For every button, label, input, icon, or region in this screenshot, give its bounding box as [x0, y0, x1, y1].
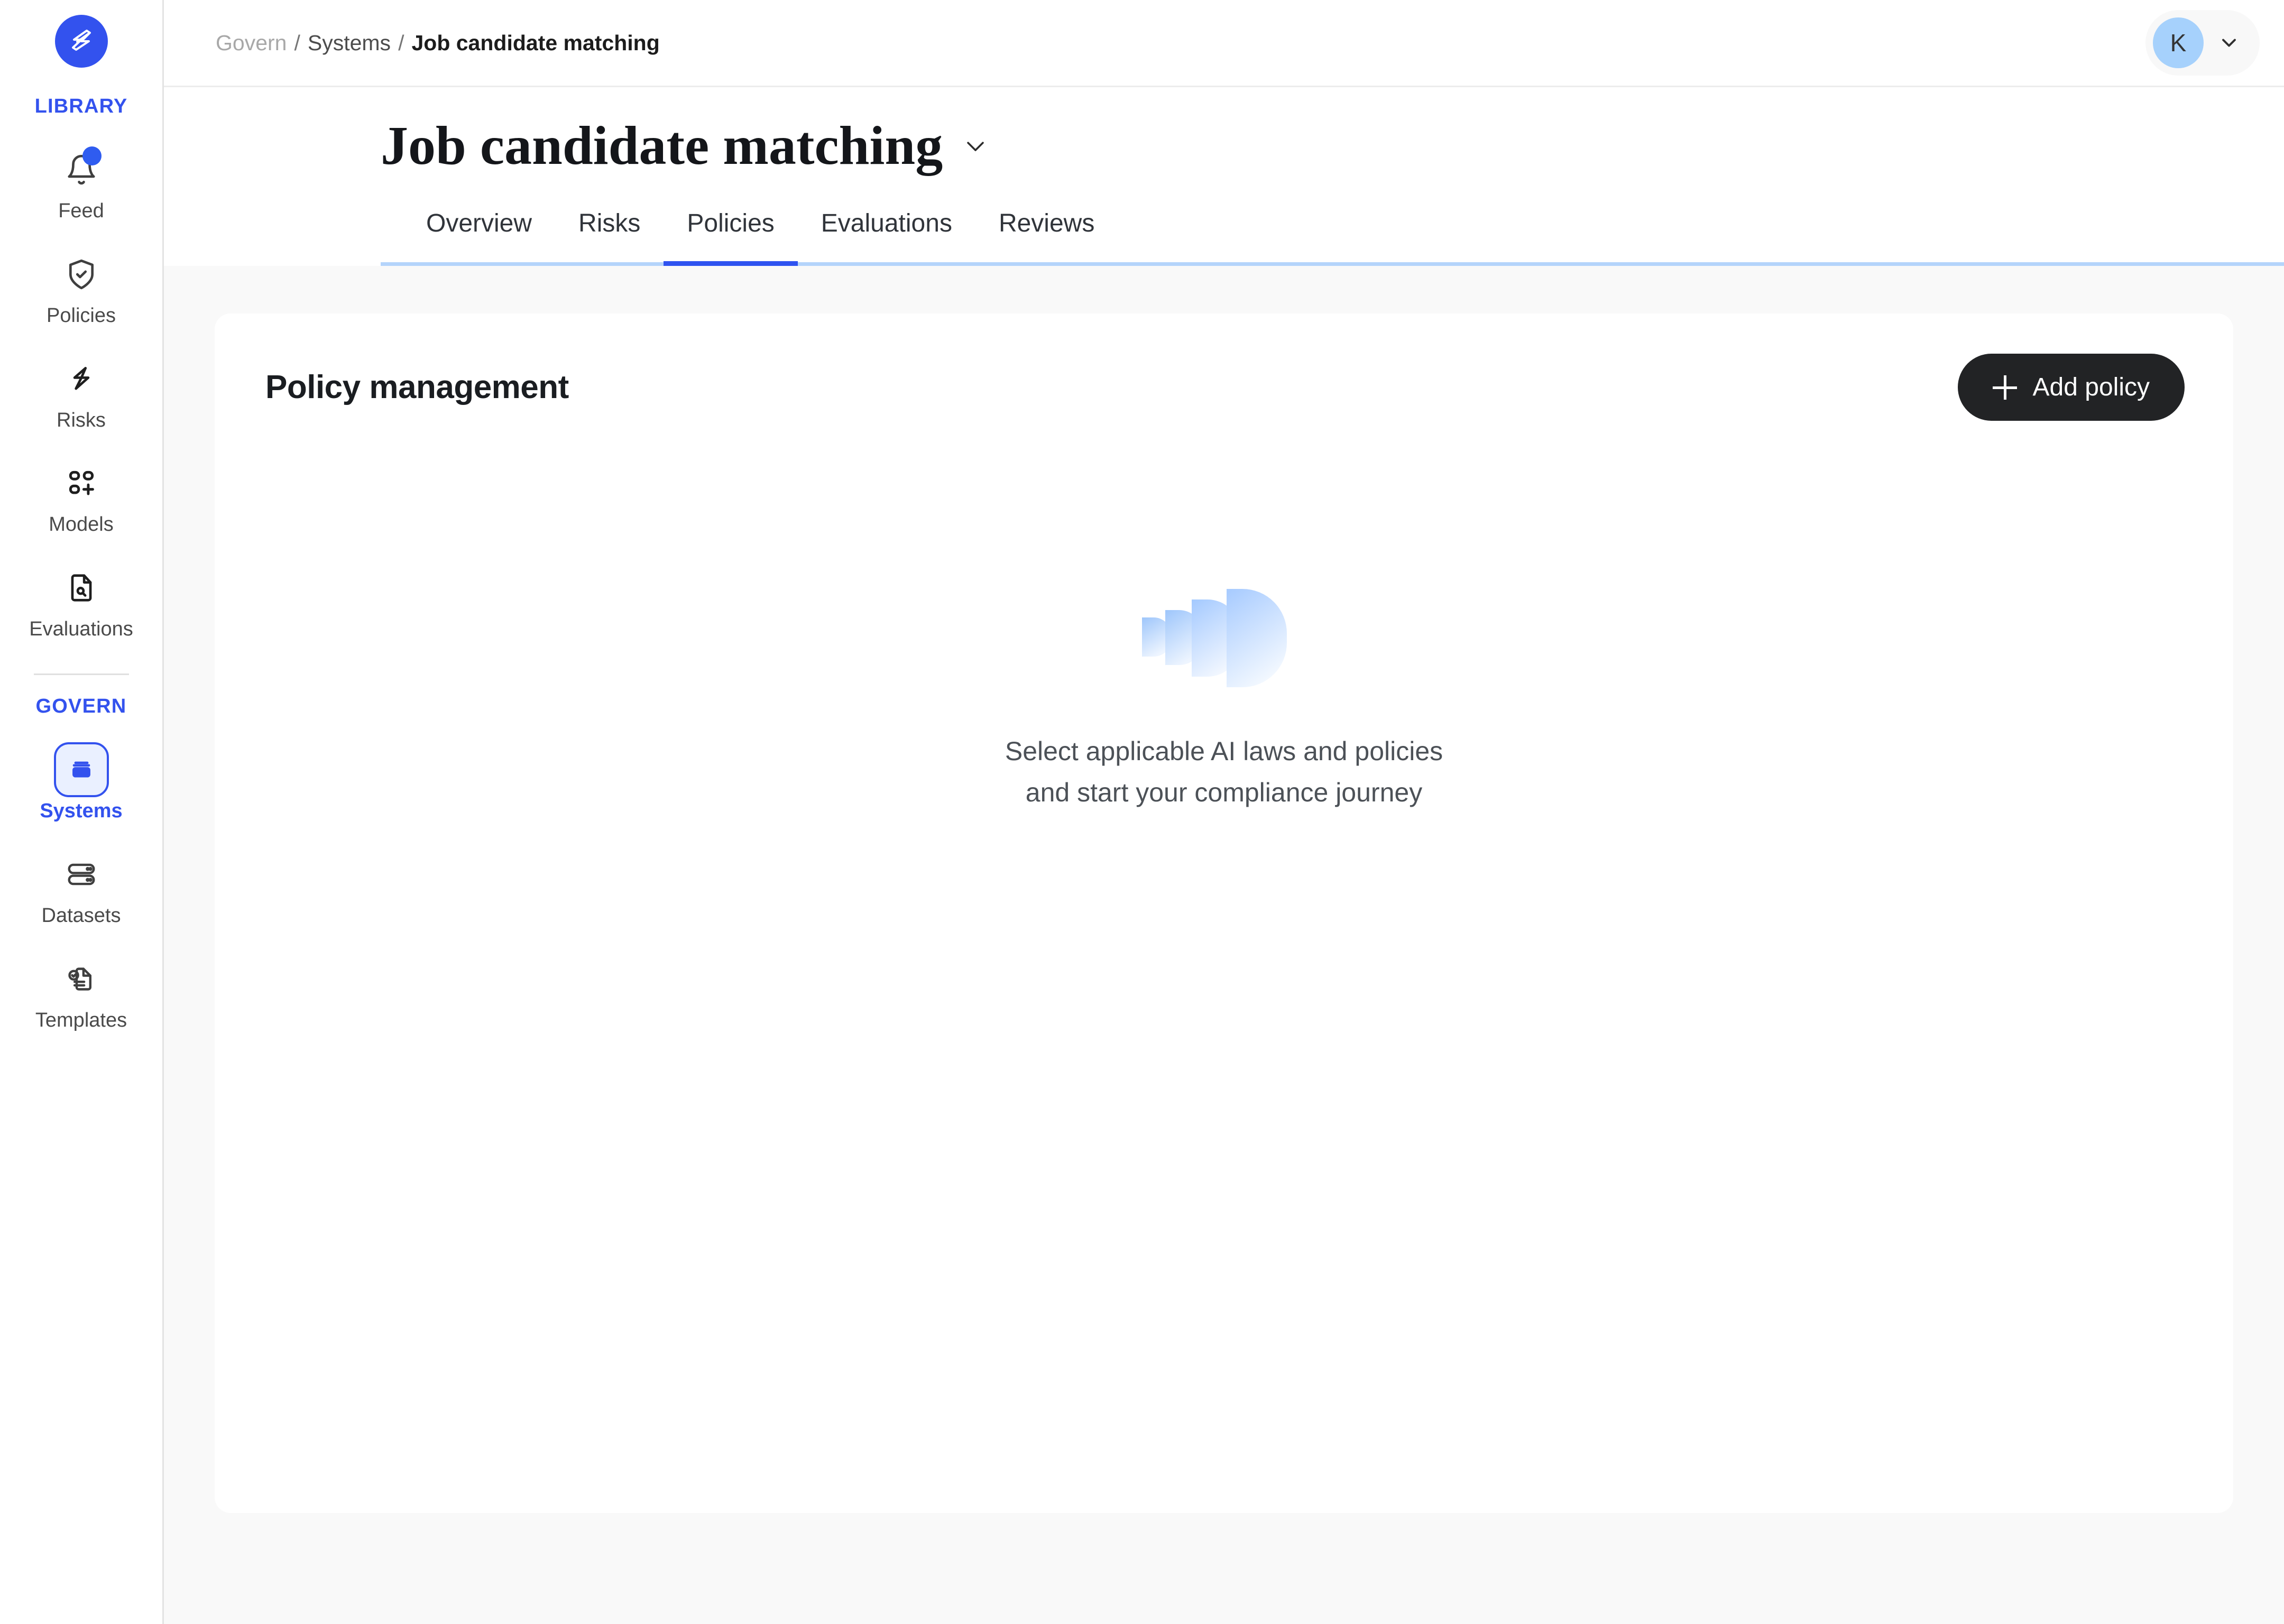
sidebar-item-systems[interactable]: Systems: [23, 742, 140, 823]
breadcrumb-current: Job candidate matching: [411, 30, 660, 55]
breadcrumb: Govern / Systems / Job candidate matchin…: [216, 31, 660, 56]
sidebar-item-feed[interactable]: Feed: [23, 142, 140, 223]
tab-evaluations[interactable]: Evaluations: [798, 209, 975, 262]
sidebar: LIBRARY Feed Policies Risks Models Evalu…: [0, 0, 164, 1624]
tab-label: Overview: [426, 209, 532, 238]
card-title: Policy management: [265, 369, 569, 406]
breadcrumb-separator: /: [398, 30, 404, 55]
grid-plus-icon: [69, 471, 94, 495]
tab-bar: Overview Risks Policies Evaluations Revi…: [381, 209, 2284, 266]
sidebar-item-label: Datasets: [41, 904, 121, 927]
sidebar-divider: [33, 673, 129, 675]
app-logo[interactable]: [54, 15, 108, 68]
tab-label: Reviews: [998, 209, 1095, 238]
evaluations-icon-wrap: [54, 560, 109, 615]
empty-state-illustration: [1132, 579, 1315, 698]
empty-state-line-2: and start your compliance journey: [1025, 777, 1423, 807]
sidebar-item-label: Policies: [47, 304, 116, 327]
sidebar-item-label: Feed: [58, 200, 104, 222]
tab-label: Risks: [578, 209, 641, 238]
chevron-down-icon: [2222, 39, 2236, 47]
lightning-logo-icon: [71, 30, 91, 51]
tab-overview[interactable]: Overview: [403, 209, 555, 262]
page-title-row: Job candidate matching: [381, 115, 2284, 176]
database-stack-icon: [68, 863, 95, 885]
empty-state: Select applicable AI laws and policies a…: [215, 421, 2233, 1513]
card-header: Policy management Add policy: [215, 313, 2233, 421]
breadcrumb-separator: /: [294, 30, 300, 55]
chevron-down-icon[interactable]: [961, 131, 990, 161]
app-root: LIBRARY Feed Policies Risks Models Evalu…: [0, 0, 2284, 1624]
breadcrumb-root[interactable]: Govern: [216, 31, 287, 56]
page-header: Job candidate matching Overview Risks Po…: [164, 87, 2284, 266]
datasets-icon-wrap: [54, 847, 109, 902]
sidebar-item-risks[interactable]: Risks: [23, 352, 140, 432]
feed-icon-wrap: [54, 142, 109, 197]
tab-policies[interactable]: Policies: [664, 209, 798, 266]
document-search-icon: [71, 574, 91, 602]
shield-check-icon: [69, 259, 94, 289]
sidebar-item-label: Models: [49, 513, 114, 536]
archive-box-icon: [72, 761, 90, 778]
sidebar-item-templates[interactable]: Templates: [23, 952, 140, 1032]
tab-reviews[interactable]: Reviews: [975, 209, 1118, 262]
avatar-initial: K: [2170, 29, 2187, 57]
sidebar-item-datasets[interactable]: Datasets: [23, 847, 140, 927]
top-bar: Govern / Systems / Job candidate matchin…: [164, 0, 2284, 87]
sidebar-section-govern-label: GOVERN: [35, 695, 127, 717]
breadcrumb-systems[interactable]: Systems: [308, 31, 391, 56]
tab-label: Policies: [687, 209, 775, 238]
sidebar-item-label: Risks: [57, 409, 106, 431]
policy-management-card: Policy management Add policy Select appl…: [215, 313, 2233, 1513]
notification-badge-dot: [82, 146, 102, 165]
sidebar-item-label: Evaluations: [29, 618, 133, 641]
systems-icon-wrap: [53, 742, 109, 797]
add-policy-label: Add policy: [2032, 373, 2150, 402]
tab-risks[interactable]: Risks: [555, 209, 664, 262]
lightning-bolt-icon: [73, 366, 89, 390]
tab-label: Evaluations: [821, 209, 952, 238]
page-title: Job candidate matching: [381, 115, 943, 176]
models-icon-wrap: [54, 456, 109, 511]
risks-icon-wrap: [54, 352, 109, 407]
sidebar-item-label: Systems: [40, 799, 123, 822]
plus-icon: [1992, 375, 2017, 400]
sidebar-item-label: Templates: [35, 1009, 127, 1031]
content-region: Policy management Add policy Select appl…: [164, 266, 2284, 1624]
document-check-icon: [68, 967, 91, 991]
templates-icon-wrap: [54, 952, 109, 1007]
sidebar-section-library-label: LIBRARY: [34, 95, 128, 117]
blue-wave-bars-illustration: [1142, 589, 1287, 688]
avatar: K: [2153, 17, 2204, 68]
empty-state-text: Select applicable AI laws and policies a…: [1005, 731, 1443, 813]
user-menu-button[interactable]: K: [2145, 10, 2260, 76]
empty-state-line-1: Select applicable AI laws and policies: [1005, 736, 1443, 767]
sidebar-item-evaluations[interactable]: Evaluations: [23, 560, 140, 641]
sidebar-item-models[interactable]: Models: [23, 456, 140, 536]
main-area: Govern / Systems / Job candidate matchin…: [164, 0, 2284, 1624]
policies-icon-wrap: [54, 247, 109, 302]
sidebar-item-policies[interactable]: Policies: [23, 247, 140, 327]
add-policy-button[interactable]: Add policy: [1957, 354, 2185, 421]
